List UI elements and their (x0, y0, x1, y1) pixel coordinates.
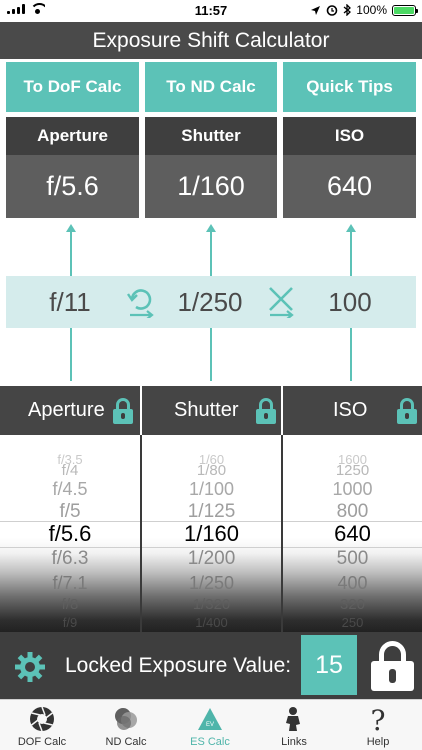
picker-option[interactable]: 500 (283, 548, 422, 570)
result-shutter-label: Shutter (145, 117, 277, 155)
reference-iso-value: 100 (328, 287, 372, 317)
bluetooth-icon (343, 4, 352, 16)
picker-header-label: Aperture (28, 399, 105, 421)
help-icon: ? (370, 705, 385, 733)
picker-option[interactable]: f/9 (0, 612, 140, 632)
lock-closed-icon[interactable] (371, 641, 414, 691)
reference-shutter-value: 1/250 (177, 287, 243, 317)
svg-text:?: ? (370, 705, 385, 733)
arrow-line (210, 231, 212, 276)
picker-divider (140, 435, 142, 632)
status-right: 100% (310, 3, 418, 17)
picker-option[interactable]: f/7.1 (0, 572, 140, 594)
tab-dof-calc[interactable]: DOF Calc (0, 700, 84, 750)
picker-option[interactable]: 1/200 (142, 548, 281, 570)
picker-option[interactable]: 800 (283, 501, 422, 523)
arrow-line (210, 328, 212, 381)
arrow-line (350, 328, 352, 381)
alarm-icon (326, 5, 338, 16)
picker-option[interactable]: 400 (283, 572, 422, 594)
picker-option[interactable]: 1/125 (142, 501, 281, 523)
battery-icon (392, 4, 418, 16)
gear-icon[interactable] (14, 651, 46, 683)
swap-icon[interactable] (126, 286, 156, 318)
picker-header-label: Shutter (174, 399, 239, 421)
tab-label: Help (366, 736, 390, 748)
picker-option[interactable]: f/6.3 (0, 548, 140, 570)
picker-header-iso: ISO (283, 386, 422, 435)
battery-percent: 100% (356, 3, 387, 17)
arrow-line (350, 231, 352, 276)
status-bar: 11:57 100% (0, 0, 422, 22)
links-icon (286, 707, 300, 731)
arrow-line (70, 328, 72, 381)
location-icon (311, 5, 321, 15)
reference-aperture-value: f/11 (49, 287, 91, 317)
arrow-line (70, 231, 72, 276)
locked-ev-label: Locked Exposure Value: (65, 654, 292, 677)
tab-links[interactable]: Links (252, 700, 336, 750)
result-iso-value: 640 (283, 155, 416, 218)
picker-header-label: ISO (333, 399, 368, 421)
to-dof-calc-button[interactable]: To DoF Calc (6, 62, 139, 112)
result-shutter-value: 1/160 (145, 155, 277, 218)
tab-help[interactable]: ? Help (336, 700, 420, 750)
picker-option[interactable]: 1000 (283, 478, 422, 500)
to-nd-calc-button[interactable]: To ND Calc (145, 62, 277, 112)
lock-open-icon[interactable] (397, 398, 417, 424)
result-iso-label: ISO (283, 117, 416, 155)
es-calc-icon: EV (198, 708, 222, 730)
tab-label: Links (281, 736, 307, 748)
picker-header-shutter: Shutter (142, 386, 281, 435)
tab-bar: DOF Calc ND Calc EV ES Calc Links ? Help (0, 699, 422, 750)
picker-divider (281, 435, 283, 632)
tab-label: DOF Calc (17, 736, 67, 748)
picker-header-aperture: Aperture (0, 386, 140, 435)
picker-option[interactable]: 250 (283, 612, 422, 632)
result-aperture-value: f/5.6 (6, 155, 139, 218)
nd-filter-icon (115, 708, 137, 730)
lock-open-icon[interactable] (256, 398, 276, 424)
locked-ev-value[interactable]: 15 (301, 635, 357, 695)
picker-selection-band (0, 521, 422, 548)
tab-nd-calc[interactable]: ND Calc (84, 700, 168, 750)
tab-label: ES Calc (190, 736, 230, 748)
tab-es-calc[interactable]: EV ES Calc (168, 700, 252, 750)
picker-option[interactable]: 1/100 (142, 478, 281, 500)
picker-option[interactable]: 1/250 (142, 572, 281, 594)
picker-option[interactable]: 1/400 (142, 612, 281, 632)
aperture-icon (30, 706, 54, 732)
result-aperture-label: Aperture (6, 117, 139, 155)
picker-option[interactable]: f/4.5 (0, 478, 140, 500)
picker-option[interactable]: f/5 (0, 501, 140, 523)
svg-text:EV: EV (206, 722, 214, 728)
lock-open-icon[interactable] (113, 398, 133, 424)
tab-label: ND Calc (105, 736, 147, 748)
reset-x-icon[interactable] (266, 286, 296, 318)
page-title: Exposure Shift Calculator (0, 22, 422, 59)
quick-tips-button[interactable]: Quick Tips (283, 62, 416, 112)
